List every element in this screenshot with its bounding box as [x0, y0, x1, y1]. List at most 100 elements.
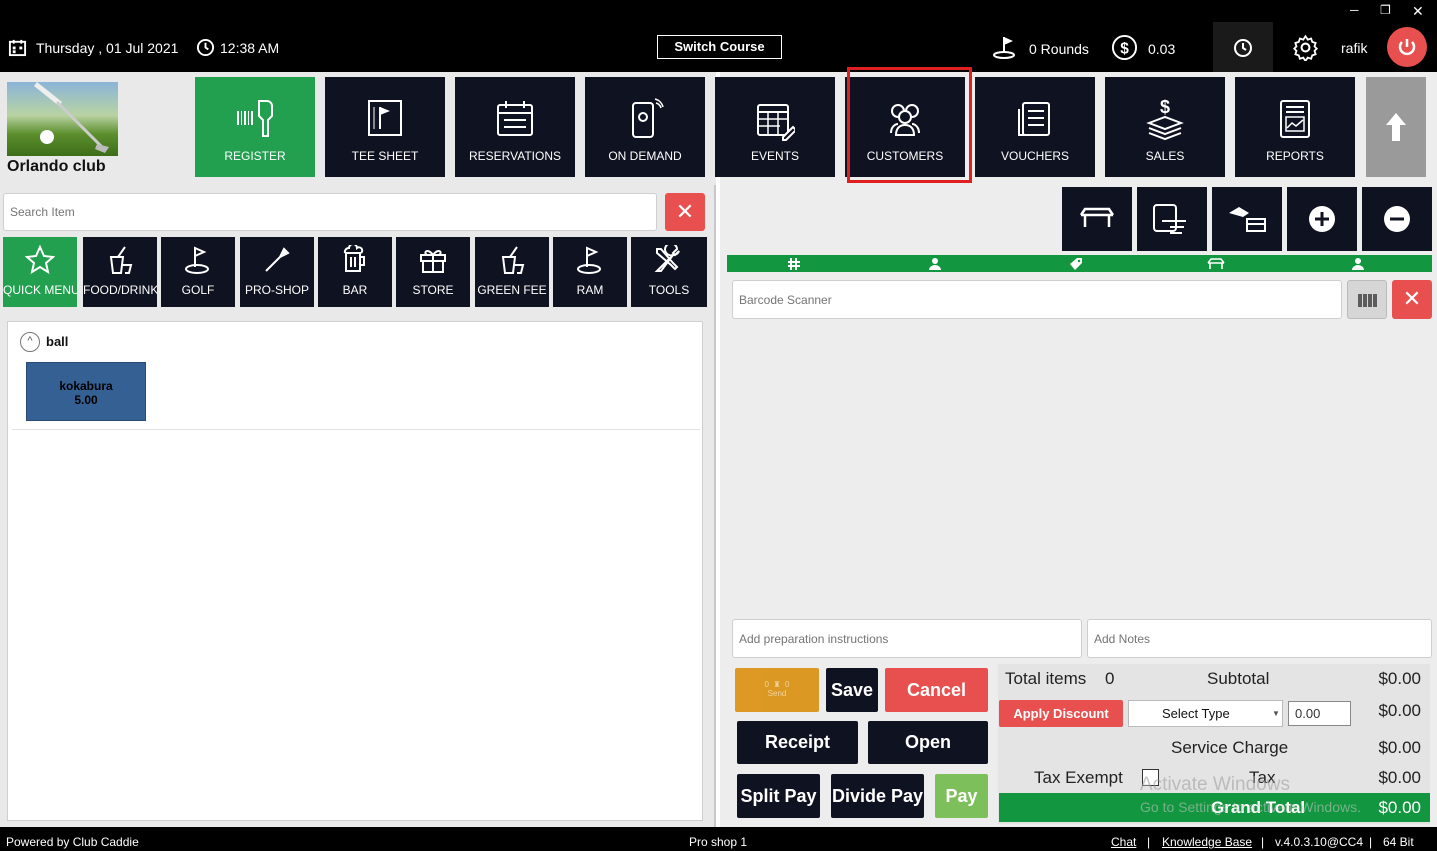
prep-instructions-input[interactable]: [732, 619, 1082, 658]
minimize-button[interactable]: ─: [1350, 3, 1359, 17]
table-icon: [1079, 207, 1115, 227]
hash-icon: [788, 258, 800, 270]
item-name: kokabura: [59, 379, 113, 393]
calendar-icon: [8, 39, 27, 57]
architecture-label: 64 Bit: [1383, 835, 1414, 849]
group-title: ball: [46, 334, 69, 349]
clear-barcode-button[interactable]: ✕: [1392, 280, 1432, 319]
golf-flag-icon: [993, 37, 1015, 59]
save-button[interactable]: Save: [826, 668, 878, 712]
switch-course-button[interactable]: Switch Course: [657, 35, 782, 59]
tag-icon: [265, 247, 290, 272]
money-icon: $: [1146, 97, 1184, 141]
calendar-edit-icon: [757, 104, 795, 141]
total-items-label: Total items: [1005, 669, 1087, 688]
category-pro-shop[interactable]: PRO-SHOP: [240, 237, 314, 307]
order-items-list: [727, 322, 1432, 616]
category-label: BAR: [342, 283, 368, 297]
barcode-input[interactable]: [732, 280, 1342, 319]
notes-input[interactable]: [1087, 619, 1432, 658]
knowledge-base-link[interactable]: Knowledge Base: [1162, 835, 1252, 849]
nav-events[interactable]: EVENTS: [715, 77, 835, 177]
category-ram[interactable]: RAM: [553, 237, 627, 307]
current-date: Thursday , 01 Jul 2021: [36, 40, 179, 56]
nav-reports[interactable]: REPORTS: [1235, 77, 1355, 177]
item-price: 5.00: [74, 393, 98, 407]
balance-value: 0.03: [1148, 41, 1176, 57]
time-clock-button[interactable]: [1213, 22, 1273, 72]
logout-button[interactable]: [1387, 27, 1427, 67]
category-store[interactable]: STORE: [396, 237, 470, 307]
split-pay-button[interactable]: Split Pay: [737, 774, 820, 818]
category-golf[interactable]: GOLF: [161, 237, 235, 307]
arrow-up-icon: [1386, 113, 1406, 141]
open-button[interactable]: Open: [868, 721, 988, 764]
category-label: GOLF: [181, 283, 215, 297]
plus-circle-icon: [1309, 206, 1335, 232]
apply-discount-button[interactable]: Apply Discount: [999, 700, 1123, 727]
rounds-count: 0 Rounds: [1029, 41, 1089, 57]
table-button[interactable]: [1062, 187, 1132, 251]
category-food-drink[interactable]: FOOD/DRINK: [83, 237, 157, 307]
nav-tee-sheet[interactable]: TEE SHEET: [325, 77, 445, 177]
cancel-button[interactable]: Cancel: [885, 668, 988, 712]
nav-label: VOUCHERS: [1000, 149, 1069, 163]
chat-link[interactable]: Chat: [1111, 835, 1136, 849]
version-label: v.4.0.3.10@CC4: [1275, 835, 1364, 849]
gear-icon[interactable]: [1292, 34, 1319, 61]
star-icon: [25, 245, 55, 275]
item-tile-kokabura[interactable]: kokabura 5.00: [26, 362, 146, 421]
hand-point-button[interactable]: [1137, 187, 1207, 251]
close-window-button[interactable]: ✕: [1412, 3, 1424, 20]
category-label: FOOD/DRINK: [83, 283, 157, 297]
nav-register[interactable]: REGISTER: [195, 77, 315, 177]
collapse-group-icon[interactable]: ^: [20, 332, 40, 352]
flag-sheet-icon: [368, 100, 402, 136]
station-name: Pro shop 1: [689, 835, 748, 849]
discount-type-select[interactable]: Select Type ▼: [1128, 700, 1283, 727]
divide-pay-button[interactable]: Divide Pay: [831, 774, 924, 818]
pay-button[interactable]: Pay: [935, 774, 988, 818]
card-payment-button[interactable]: [1212, 187, 1282, 251]
nav-on-demand[interactable]: ON DEMAND: [585, 77, 705, 177]
add-item-button[interactable]: [1287, 187, 1357, 251]
panel-divider: [716, 185, 720, 827]
category-label: STORE: [412, 283, 454, 297]
items-panel: ^ ball kokabura 5.00: [7, 321, 703, 821]
nav-vouchers[interactable]: VOUCHERS: [975, 77, 1095, 177]
beer-icon: [343, 245, 365, 272]
person-icon: [1352, 258, 1364, 270]
search-input[interactable]: [3, 193, 657, 231]
maximize-button[interactable]: ❐: [1380, 3, 1391, 17]
category-label: QUICK MENU: [3, 283, 77, 297]
discount-amount: $0.00: [1378, 701, 1421, 720]
tag-icon: [1070, 258, 1082, 270]
nav-sales[interactable]: $ SALES: [1105, 77, 1225, 177]
category-tools[interactable]: TOOLS: [631, 237, 707, 307]
total-items-value: 0: [1105, 669, 1115, 688]
category-green-fee[interactable]: GREEN FEE: [475, 237, 549, 307]
nav-reservations[interactable]: RESERVATIONS: [455, 77, 575, 177]
service-charge-label: Service Charge: [1171, 738, 1289, 757]
report-icon: [1280, 100, 1310, 138]
person-icon: [929, 258, 941, 270]
send-button[interactable]: 0 ♜ 0 Send: [735, 668, 819, 712]
footer: Powered by Club Caddie Pro shop 1 Chat |…: [0, 827, 1437, 851]
collapse-up-button[interactable]: [1366, 77, 1426, 177]
barcode-icon: [1358, 294, 1377, 307]
activate-windows-watermark: Activate Windows: [1140, 774, 1290, 795]
clear-search-button[interactable]: ✕: [665, 193, 705, 231]
close-icon: ✕: [1402, 286, 1422, 311]
svg-text:$: $: [1120, 40, 1129, 57]
footer-separator: |: [1147, 835, 1151, 849]
tax-value: $0.00: [1378, 768, 1421, 787]
category-quick-menu[interactable]: QUICK MENU: [3, 237, 77, 307]
remove-item-button[interactable]: [1362, 187, 1432, 251]
barcode-scan-button[interactable]: [1347, 280, 1387, 319]
mobile-icon: [632, 98, 664, 138]
category-bar[interactable]: BAR: [318, 237, 392, 307]
tax-exempt-label: Tax Exempt: [1034, 768, 1123, 787]
category-label: GREEN FEE: [477, 283, 547, 297]
receipt-button[interactable]: Receipt: [737, 721, 858, 764]
hand-point-icon: [1153, 204, 1186, 234]
